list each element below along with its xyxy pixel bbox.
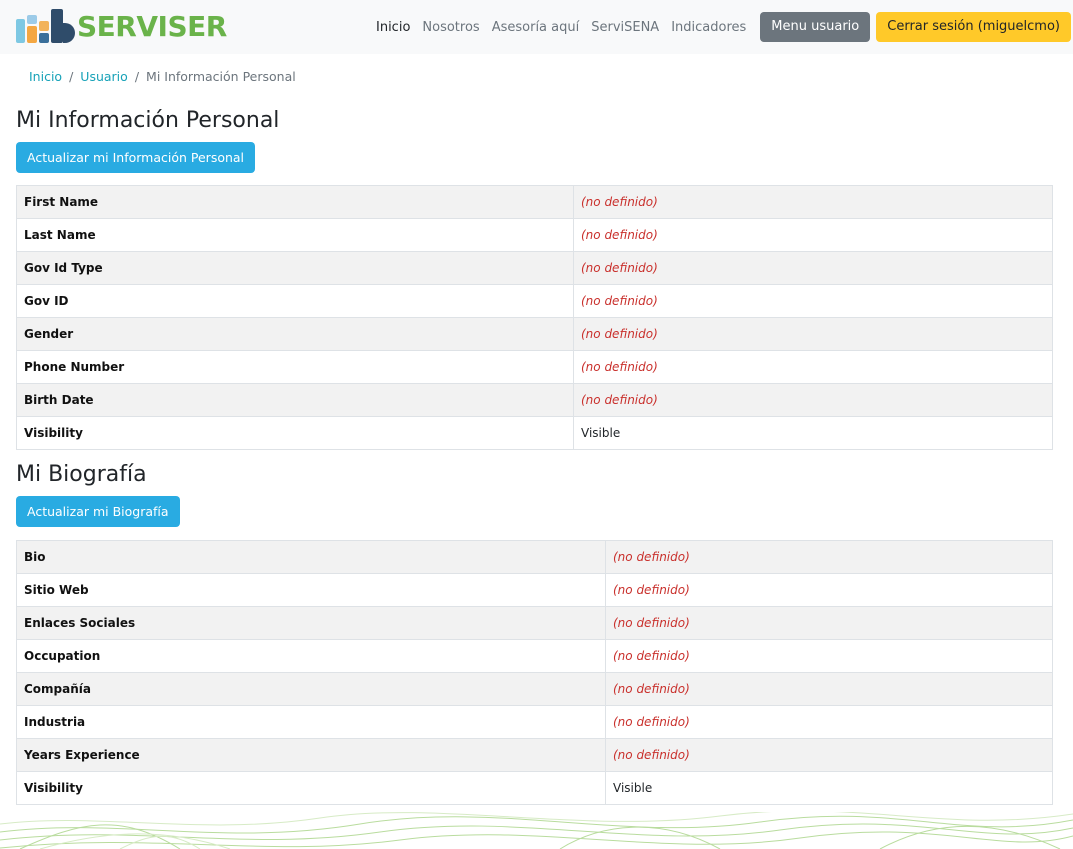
nav-link-inicio[interactable]: Inicio <box>370 20 416 35</box>
breadcrumb-link-inicio[interactable]: Inicio <box>29 69 62 84</box>
biography-row-label: Enlaces Sociales <box>16 606 606 640</box>
personal-info-row-label: Last Name <box>16 218 574 252</box>
breadcrumb: Inicio / Usuario / Mi Información Person… <box>29 69 296 84</box>
serviser-logo-icon <box>15 9 75 45</box>
personal-info-row-value: (no definido) <box>573 317 1053 351</box>
biography-row: Sitio Web (no definido) <box>16 573 1053 607</box>
personal-info-row-value: (no definido) <box>573 251 1053 285</box>
biography-row: Compañía (no definido) <box>16 672 1053 706</box>
brand-name: SERVISER <box>77 10 227 43</box>
biography-row-label: Visibility <box>16 771 606 805</box>
biography-row-value: (no definido) <box>605 705 1053 739</box>
biography-row-value: (no definido) <box>605 672 1053 706</box>
biography-row: Visibility Visible <box>16 771 1053 805</box>
nav-link-nosotros[interactable]: Nosotros <box>416 20 485 35</box>
nav-links: Inicio Nosotros Asesoría aquí ServiSENA … <box>370 12 1071 42</box>
personal-info-row-label: Phone Number <box>16 350 574 384</box>
biography-row-label: Occupation <box>16 639 606 673</box>
biography-table: Bio (no definido) Sitio Web (no definido) En… <box>16 540 1053 805</box>
biography-row-label: Industria <box>16 705 606 739</box>
breadcrumb-current: Mi Información Personal <box>146 69 296 84</box>
personal-info-table: First Name (no definido) Last Name (no defi… <box>16 185 1053 450</box>
biography-row-value: (no definido) <box>605 540 1053 574</box>
biography-row: Enlaces Sociales (no definido) <box>16 606 1053 640</box>
nav-link-asesoria[interactable]: Asesoría aquí <box>486 20 586 35</box>
breadcrumb-separator: / <box>134 69 140 84</box>
biography-row-label: Sitio Web <box>16 573 606 607</box>
biography-row: Occupation (no definido) <box>16 639 1053 673</box>
biography-title: Mi Biografía <box>16 462 147 487</box>
personal-info-row: Gov Id Type (no definido) <box>16 251 1053 285</box>
biography-row-label: Years Experience <box>16 738 606 772</box>
personal-info-row-label: First Name <box>16 185 574 219</box>
personal-info-row-label: Gender <box>16 317 574 351</box>
personal-info-row: Phone Number (no definido) <box>16 350 1053 384</box>
biography-row-value: (no definido) <box>605 573 1053 607</box>
nav-link-indicadores[interactable]: Indicadores <box>665 20 752 35</box>
personal-info-row-value: Visible <box>573 416 1053 450</box>
personal-info-row: Birth Date (no definido) <box>16 383 1053 417</box>
breadcrumb-separator: / <box>69 69 74 84</box>
personal-info-title: Mi Información Personal <box>16 108 280 133</box>
biography-row: Years Experience (no definido) <box>16 738 1053 772</box>
personal-info-row-value: (no definido) <box>573 284 1053 318</box>
personal-info-row: First Name (no definido) <box>16 185 1053 219</box>
personal-info-row: Last Name (no definido) <box>16 218 1053 252</box>
update-personal-info-button[interactable]: Actualizar mi Información Personal <box>16 142 256 173</box>
update-biography-button[interactable]: Actualizar mi Biografía <box>16 496 180 527</box>
navbar: SERVISER Inicio Nosotros Asesoría aquí S… <box>0 0 1073 54</box>
personal-info-row-value: (no definido) <box>573 185 1053 219</box>
biography-row-value: Visible <box>605 771 1053 805</box>
personal-info-row-label: Visibility <box>16 416 574 450</box>
personal-info-row-value: (no definido) <box>573 350 1053 384</box>
nav-link-servisena[interactable]: ServiSENA <box>585 20 665 35</box>
breadcrumb-link-usuario[interactable]: Usuario <box>80 69 128 84</box>
personal-info-row: Visibility Visible <box>16 416 1053 450</box>
biography-row-value: (no definido) <box>605 606 1053 640</box>
biography-row: Bio (no definido) <box>16 540 1053 574</box>
biography-row-label: Compañía <box>16 672 606 706</box>
user-menu-button[interactable]: Menu usuario <box>760 12 871 42</box>
biography-row-label: Bio <box>16 540 606 574</box>
personal-info-row-label: Birth Date <box>16 383 574 417</box>
biography-row-value: (no definido) <box>605 738 1053 772</box>
logout-button[interactable]: Cerrar sesión (miguelcmo) <box>876 12 1071 42</box>
personal-info-row-value: (no definido) <box>573 218 1053 252</box>
brand-logo[interactable]: SERVISER <box>15 9 227 45</box>
biography-row: Industria (no definido) <box>16 705 1053 739</box>
personal-info-row-label: Gov Id Type <box>16 251 574 285</box>
biography-row-value: (no definido) <box>605 639 1053 673</box>
personal-info-row-value: (no definido) <box>573 383 1053 417</box>
decorative-wave-background <box>0 812 1073 849</box>
personal-info-row: Gov ID (no definido) <box>16 284 1053 318</box>
personal-info-row-label: Gov ID <box>16 284 574 318</box>
personal-info-row: Gender (no definido) <box>16 317 1053 351</box>
